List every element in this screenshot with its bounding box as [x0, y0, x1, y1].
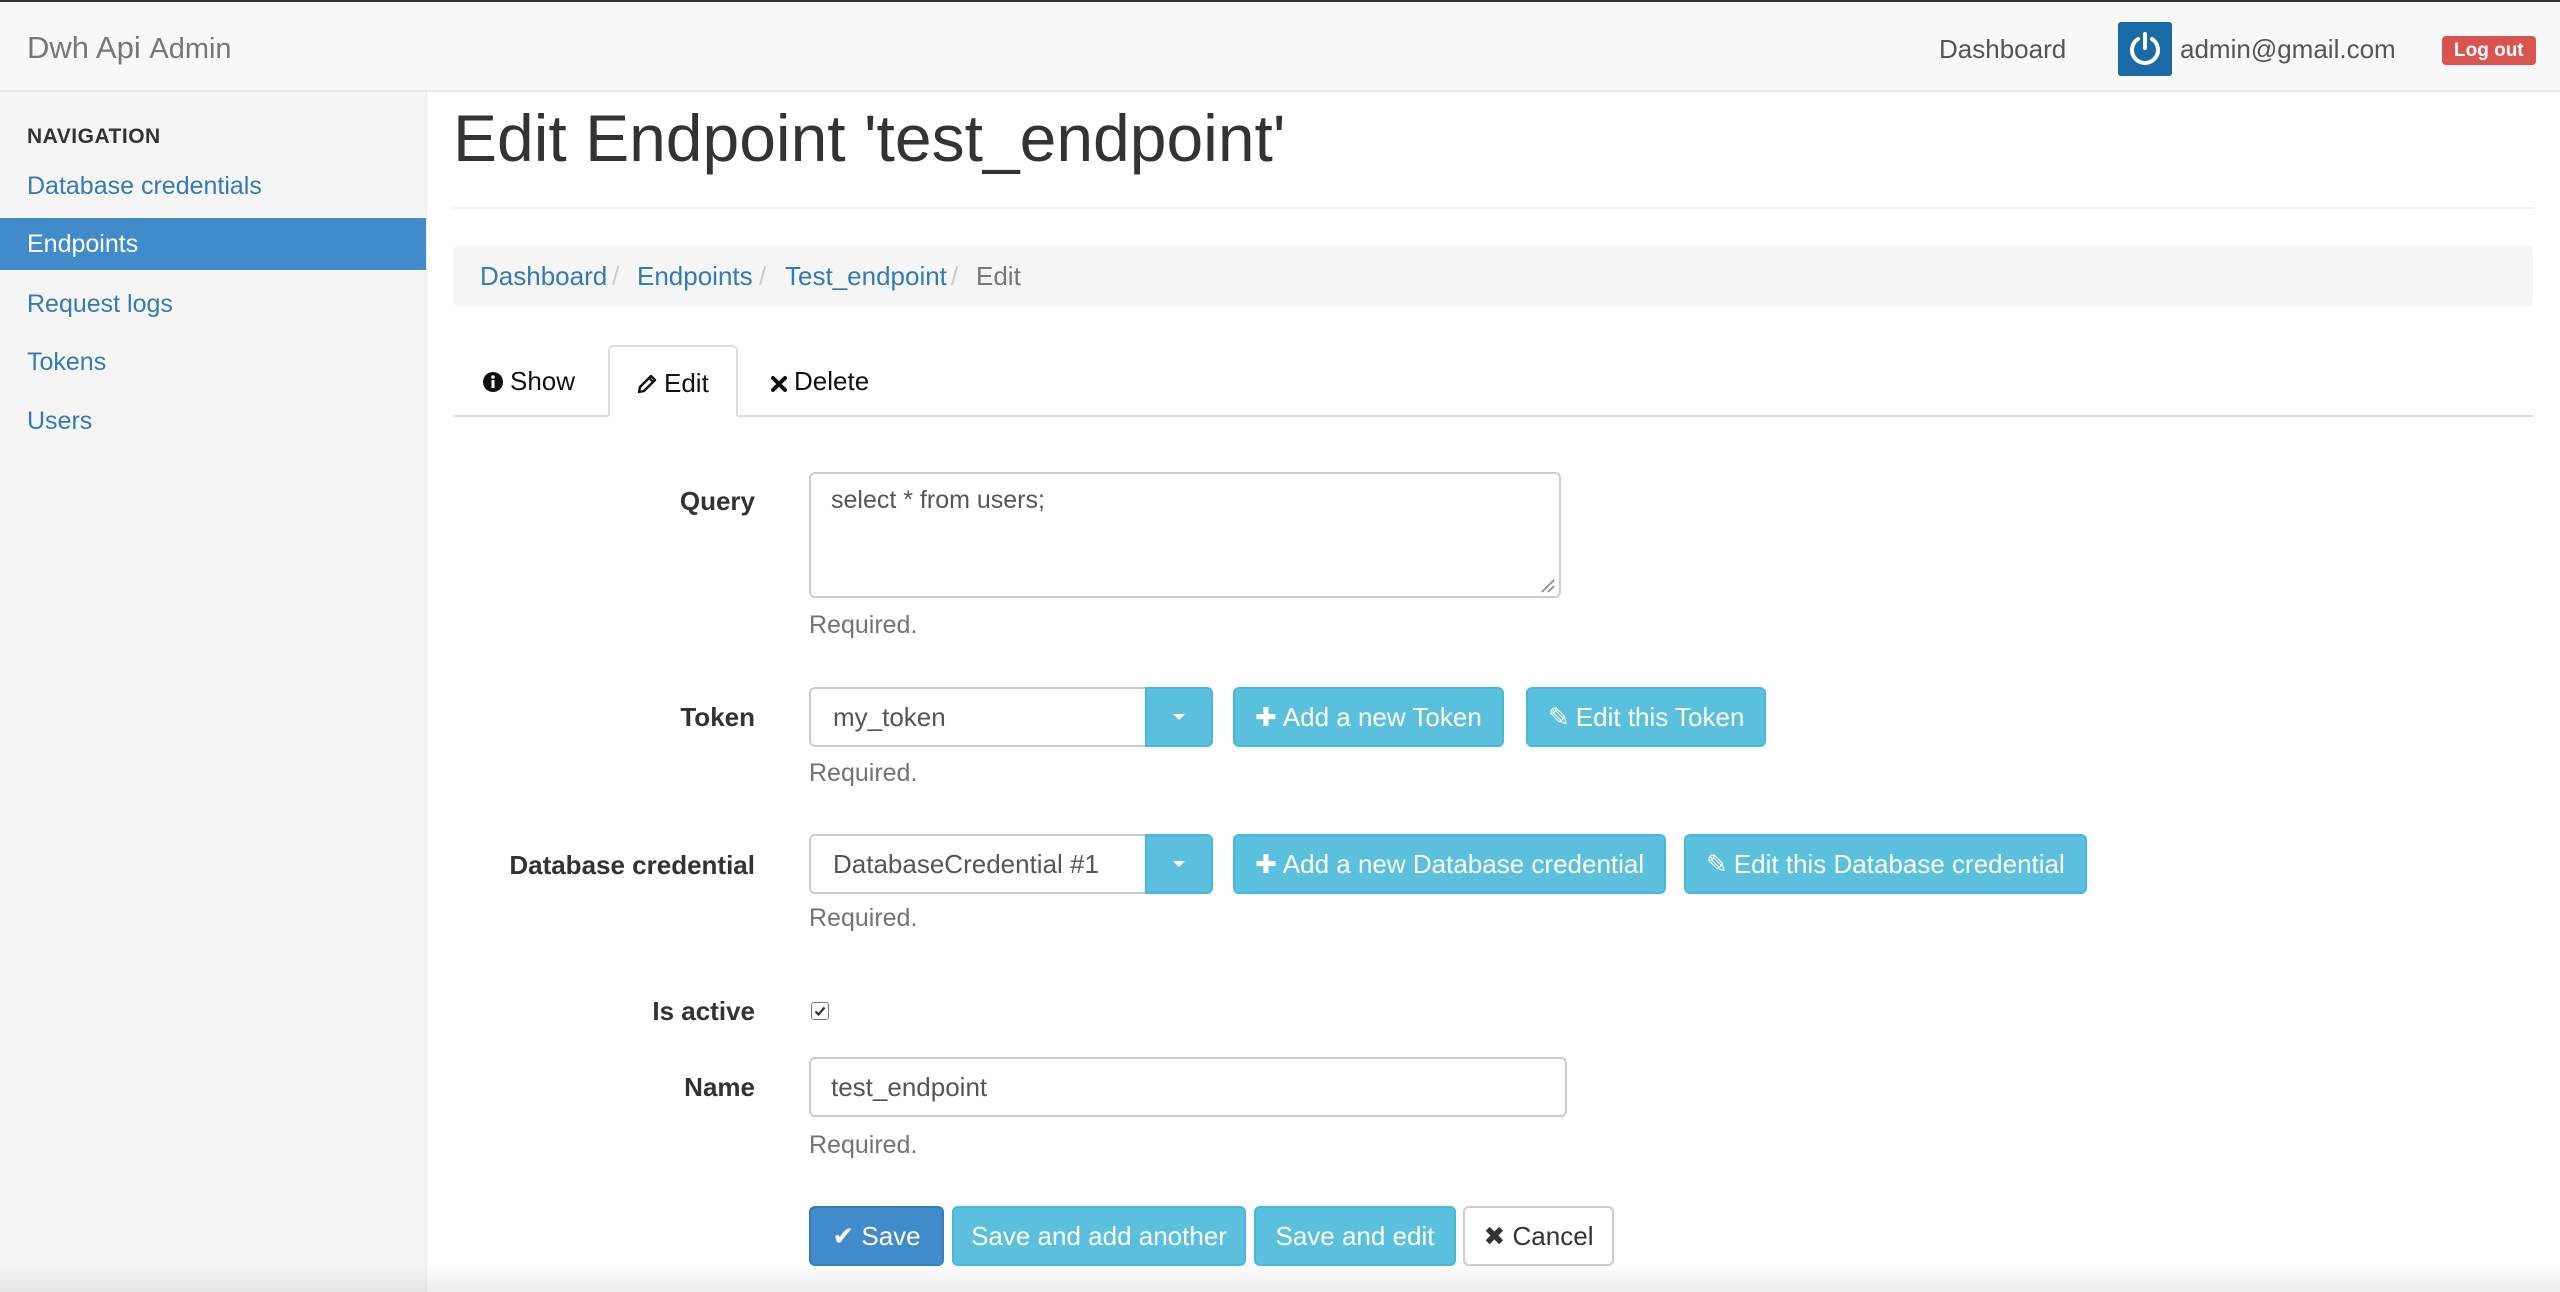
query-label: Query [679, 486, 755, 516]
database-credential-help: Required. [809, 904, 918, 932]
is-active-label: Is active [652, 996, 755, 1026]
sidebar-item-users[interactable]: Users [0, 395, 426, 447]
database-credential-select[interactable]: DatabaseCredential #1 [809, 834, 1147, 894]
times-icon [771, 376, 787, 392]
token-help: Required. [809, 759, 918, 787]
caret-down-icon [1173, 861, 1185, 867]
page-title: Edit Endpoint 'test_endpoint' [453, 101, 1286, 175]
database-credential-label: Database credential [509, 850, 755, 880]
power-icon [2130, 32, 2160, 65]
breadcrumb-endpoints[interactable]: Endpoints [637, 245, 753, 307]
is-active-checkbox[interactable] [811, 1002, 829, 1020]
sidebar-item-endpoints[interactable]: Endpoints [0, 218, 426, 270]
times-icon: ✖ [1483, 1221, 1513, 1251]
info-icon [483, 372, 503, 392]
token-select-toggle[interactable] [1145, 687, 1213, 747]
avatar[interactable] [2118, 22, 2172, 76]
tab-delete[interactable]: Delete [770, 345, 869, 417]
sidebar: NAVIGATION Database credentials Endpoint… [0, 92, 427, 1292]
tab-show[interactable]: Show [482, 345, 575, 417]
pencil-icon: ✎ [1706, 849, 1728, 879]
plus-icon: ✚ [1255, 849, 1277, 879]
top-navbar: Dwh Api Admin Dashboard admin@gmail.com … [0, 0, 2560, 92]
save-label: Save [861, 1221, 921, 1251]
brand-name: Dwh Api [27, 30, 141, 65]
sidebar-item-request-logs[interactable]: Request logs [0, 278, 426, 330]
nav-dashboard-link[interactable]: Dashboard [1939, 34, 2066, 65]
cancel-label: Cancel [1512, 1221, 1594, 1251]
title-divider [453, 207, 2533, 209]
add-database-credential-button[interactable]: ✚ Add a new Database credential [1233, 834, 1667, 894]
edit-token-button[interactable]: ✎ Edit this Token [1526, 687, 1767, 747]
save-and-edit-button[interactable]: Save and edit [1254, 1206, 1456, 1266]
add-database-credential-label: Add a new Database credential [1282, 849, 1645, 879]
tab-delete-label: Delete [794, 366, 870, 396]
edit-database-credential-button[interactable]: ✎ Edit this Database credential [1684, 834, 2087, 894]
sidebar-header: NAVIGATION [27, 125, 161, 148]
database-credential-select-toggle[interactable] [1145, 834, 1213, 894]
brand[interactable]: Dwh Api Admin [27, 30, 232, 66]
caret-down-icon [1173, 714, 1185, 720]
breadcrumb: Dashboard / Endpoints / Test_endpoint / … [453, 245, 2533, 307]
breadcrumb-test-endpoint[interactable]: Test_endpoint [785, 245, 947, 307]
save-button[interactable]: ✔ Save [809, 1206, 944, 1266]
sidebar-item-tokens[interactable]: Tokens [0, 336, 426, 388]
tab-show-label: Show [510, 366, 576, 396]
name-help: Required. [809, 1131, 918, 1159]
logout-button[interactable]: Log out [2442, 36, 2536, 65]
query-textarea[interactable]: select * from users; [809, 472, 1561, 598]
tabs-divider [453, 415, 2533, 417]
tab-edit-label: Edit [664, 368, 709, 398]
token-label: Token [680, 702, 755, 732]
resize-handle-icon[interactable] [1538, 576, 1556, 594]
query-help: Required. [809, 611, 918, 639]
save-and-add-another-button[interactable]: Save and add another [952, 1206, 1246, 1266]
checkmark-icon [814, 1006, 826, 1017]
edit-database-credential-label: Edit this Database credential [1733, 849, 2065, 879]
add-token-label: Add a new Token [1282, 702, 1482, 732]
breadcrumb-separator: / [612, 261, 620, 291]
breadcrumb-dashboard[interactable]: Dashboard [480, 245, 607, 307]
pencil-icon [637, 374, 657, 394]
edit-token-label: Edit this Token [1575, 702, 1745, 732]
tab-edit[interactable]: Edit [608, 345, 738, 417]
plus-icon: ✚ [1255, 702, 1277, 732]
breadcrumb-separator: / [951, 261, 959, 291]
cancel-button[interactable]: ✖ Cancel [1463, 1206, 1614, 1266]
breadcrumb-separator: / [759, 261, 767, 291]
pencil-icon: ✎ [1548, 702, 1570, 732]
name-input[interactable]: test_endpoint [809, 1057, 1567, 1117]
window-bottom-shadow [0, 1262, 2560, 1292]
user-email[interactable]: admin@gmail.com [2180, 34, 2396, 65]
breadcrumb-current: Edit [976, 261, 1021, 291]
name-label: Name [684, 1072, 755, 1102]
add-token-button[interactable]: ✚ Add a new Token [1233, 687, 1504, 747]
sidebar-item-database-credentials[interactable]: Database credentials [0, 160, 426, 212]
token-select[interactable]: my_token [809, 687, 1147, 747]
check-icon: ✔ [832, 1221, 862, 1251]
brand-sub: Admin [149, 33, 232, 65]
